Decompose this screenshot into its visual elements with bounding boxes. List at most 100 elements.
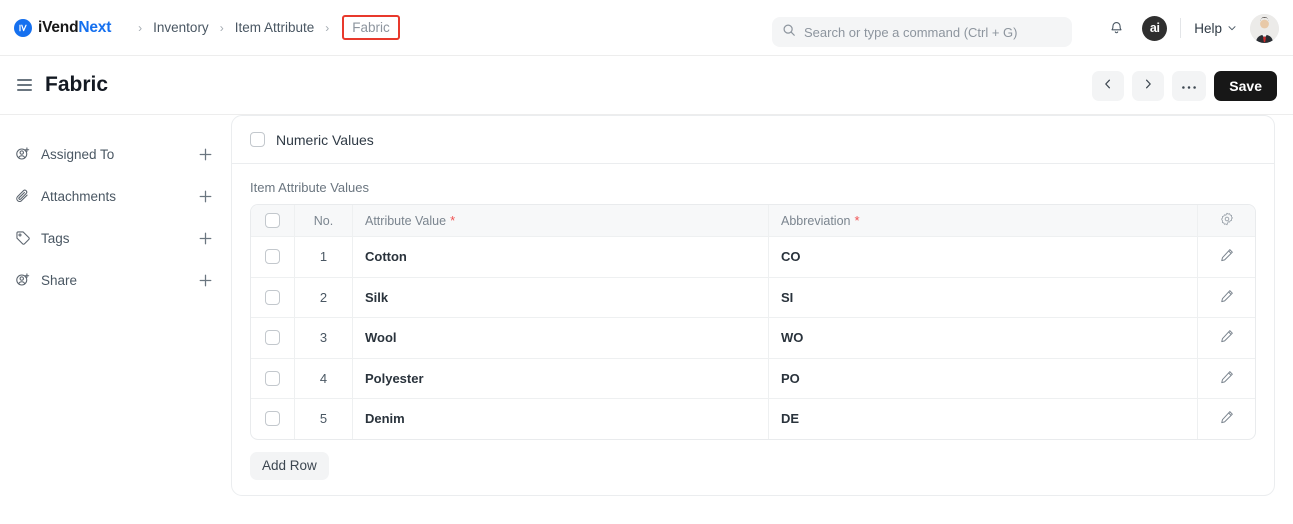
row-select-cell [251, 399, 295, 439]
plus-icon[interactable] [195, 144, 215, 164]
more-options-button[interactable] [1172, 70, 1207, 101]
hamburger-menu-icon[interactable] [14, 76, 35, 94]
chevron-left-icon [1102, 78, 1114, 93]
row-checkbox[interactable] [265, 330, 280, 346]
nav-divider [1180, 18, 1182, 38]
row-checkbox[interactable] [265, 249, 280, 265]
save-button[interactable]: Save [1214, 70, 1277, 101]
top-navigation-bar: iVendNext › Inventory › Item Attribute ›… [0, 0, 1293, 56]
table-row[interactable]: 2 Silk SI [251, 276, 1255, 318]
item-attribute-values-table: No. Attribute Value * Abbreviation * 1 C… [250, 204, 1256, 440]
settings-gear-icon[interactable] [1220, 212, 1234, 229]
chevron-right-icon [1142, 78, 1154, 93]
row-edit-cell[interactable] [1198, 318, 1255, 358]
item-attribute-values-section: Item Attribute Values No. Attribute Valu… [232, 164, 1274, 480]
sidebar: Assigned To Attachments Tags Share [0, 115, 231, 524]
avatar[interactable] [1250, 13, 1279, 43]
cell-abbreviation[interactable]: SI [769, 277, 1198, 317]
row-select-cell [251, 318, 295, 358]
brand-name: iVendNext [38, 19, 111, 37]
search-input[interactable] [804, 24, 1062, 40]
breadcrumb-item-item-attribute[interactable]: Item Attribute [233, 18, 317, 37]
main-content: Numeric Values Item Attribute Values No.… [231, 115, 1293, 524]
sidebar-item-label: Attachments [41, 188, 117, 204]
ai-assistant-badge[interactable]: ai [1142, 15, 1168, 41]
column-header-attribute-value: Attribute Value * [353, 205, 769, 236]
sidebar-item-assigned-to[interactable]: Assigned To [0, 133, 231, 175]
row-number: 1 [295, 237, 353, 277]
page-body: Assigned To Attachments Tags Share Numer… [0, 115, 1293, 524]
table-row[interactable]: 5 Denim DE [251, 398, 1255, 439]
breadcrumb-separator: › [138, 20, 143, 35]
cell-attribute-value[interactable]: Cotton [353, 237, 769, 277]
cell-attribute-value[interactable]: Polyester [353, 358, 769, 398]
pencil-edit-icon[interactable] [1220, 289, 1234, 306]
page-title: Fabric [45, 73, 109, 96]
next-record-button[interactable] [1132, 70, 1165, 101]
column-header-attribute-value-label: Attribute Value [365, 213, 447, 228]
breadcrumb: › Inventory › Item Attribute › Fabric [129, 15, 400, 40]
tag-icon [14, 230, 31, 246]
breadcrumb-item-fabric[interactable]: Fabric [342, 15, 400, 40]
row-checkbox[interactable] [265, 411, 280, 427]
sidebar-item-tags[interactable]: Tags [0, 217, 231, 259]
column-header-abbreviation-label: Abbreviation [781, 213, 851, 228]
pencil-edit-icon[interactable] [1220, 248, 1234, 265]
row-number: 5 [295, 399, 353, 439]
required-marker: * [854, 213, 860, 228]
row-number: 4 [295, 358, 353, 398]
required-marker: * [450, 213, 456, 228]
row-select-cell [251, 358, 295, 398]
cell-abbreviation[interactable]: PO [769, 358, 1198, 398]
plus-icon[interactable] [195, 270, 215, 290]
sidebar-item-share[interactable]: Share [0, 259, 231, 301]
page-title-bar: Fabric Save [0, 56, 1293, 115]
previous-record-button[interactable] [1092, 70, 1125, 101]
select-all-checkbox[interactable] [265, 213, 280, 228]
item-attribute-panel: Numeric Values Item Attribute Values No.… [231, 115, 1275, 496]
row-number: 2 [295, 277, 353, 317]
pencil-edit-icon[interactable] [1220, 329, 1234, 346]
breadcrumb-separator: › [219, 20, 224, 35]
table-row[interactable]: 1 Cotton CO [251, 236, 1255, 277]
breadcrumb-item-inventory[interactable]: Inventory [151, 18, 211, 37]
row-edit-cell[interactable] [1198, 399, 1255, 439]
cell-abbreviation[interactable]: CO [769, 237, 1198, 277]
cell-abbreviation[interactable]: WO [769, 318, 1198, 358]
plus-icon[interactable] [195, 186, 215, 206]
sidebar-item-label: Tags [41, 230, 70, 246]
ivend-logo-icon [14, 18, 32, 37]
row-edit-cell[interactable] [1198, 359, 1255, 399]
column-header-no: No. [295, 205, 353, 236]
user-plus-icon [14, 146, 31, 162]
brand-logo[interactable]: iVendNext [14, 18, 111, 37]
page-actions: Save [1092, 56, 1277, 115]
cell-attribute-value[interactable]: Wool [353, 318, 769, 358]
pencil-edit-icon[interactable] [1220, 410, 1234, 427]
help-menu[interactable]: Help [1194, 21, 1237, 36]
table-header-row: No. Attribute Value * Abbreviation * [251, 205, 1255, 236]
cell-attribute-value[interactable]: Silk [353, 277, 769, 317]
row-select-cell [251, 237, 295, 277]
cell-abbreviation[interactable]: DE [769, 399, 1198, 439]
bell-icon[interactable] [1103, 15, 1129, 41]
plus-icon[interactable] [195, 228, 215, 248]
sidebar-item-attachments[interactable]: Attachments [0, 175, 231, 217]
row-checkbox[interactable] [265, 289, 280, 305]
brand-name-part1: iVend [38, 18, 79, 36]
cell-attribute-value[interactable]: Denim [353, 399, 769, 439]
ellipsis-icon [1181, 78, 1197, 93]
global-search[interactable] [772, 17, 1072, 47]
brand-name-part2: Next [78, 18, 112, 36]
row-checkbox[interactable] [265, 370, 280, 386]
column-header-settings[interactable] [1198, 205, 1255, 236]
share-user-icon [14, 272, 31, 288]
table-row[interactable]: 3 Wool WO [251, 317, 1255, 358]
add-row-button[interactable]: Add Row [250, 451, 329, 480]
numeric-values-label: Numeric Values [276, 131, 374, 148]
pencil-edit-icon[interactable] [1220, 370, 1234, 387]
numeric-values-checkbox[interactable] [250, 132, 265, 147]
row-edit-cell[interactable] [1198, 237, 1255, 277]
table-row[interactable]: 4 Polyester PO [251, 357, 1255, 399]
row-edit-cell[interactable] [1198, 278, 1255, 318]
